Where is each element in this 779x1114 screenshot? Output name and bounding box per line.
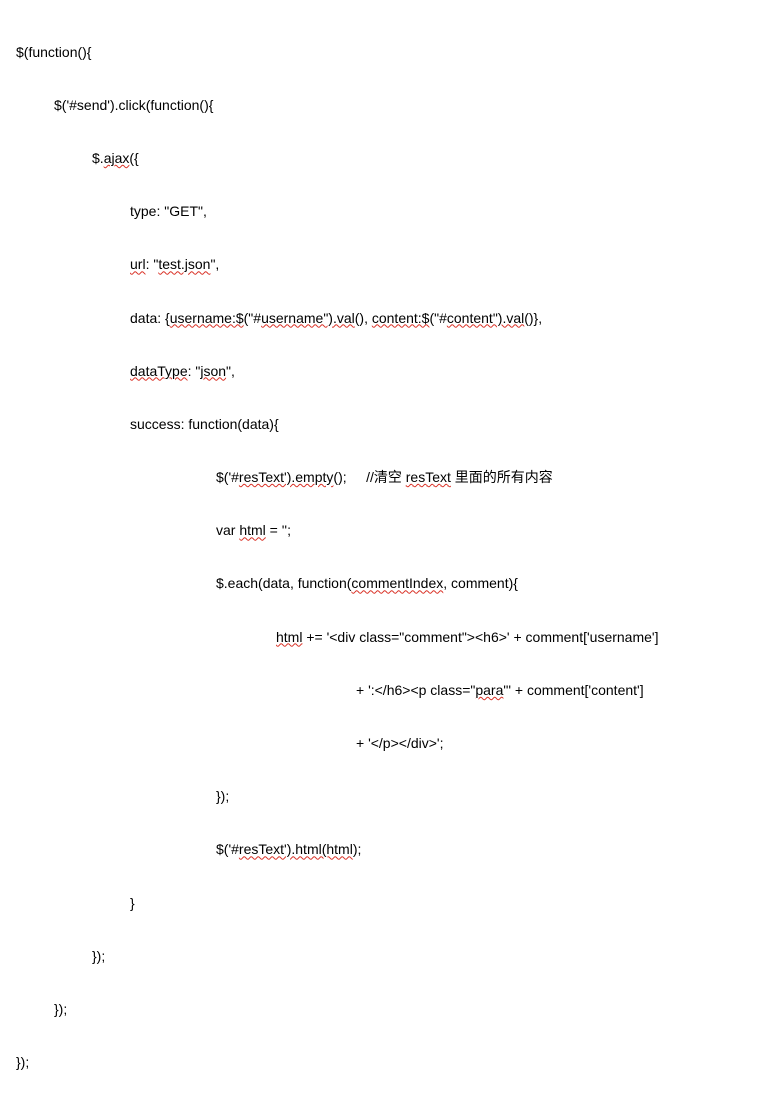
code-text: para — [475, 682, 503, 698]
code-text: dataType — [130, 363, 188, 379]
code-text: url — [130, 256, 146, 272]
code-line: html += '<div class="comment"><h6>' + co… — [16, 624, 763, 651]
code-line: url: "test.json", — [16, 251, 763, 278]
code-line: $('#resText').empty(); //清空 resText 里面的所… — [16, 464, 763, 491]
code-text: } — [130, 895, 135, 911]
code-text: ", — [210, 256, 219, 272]
code-line: }); — [16, 1049, 763, 1076]
code-text: (), — [355, 310, 372, 326]
code-line: $.ajax({ — [16, 145, 763, 172]
code-line: }); — [16, 943, 763, 970]
code-text: ()}, — [524, 310, 542, 326]
code-text: ); — [353, 841, 362, 857]
code-text: type: "GET", — [130, 203, 207, 219]
code-comment: //清空 — [366, 469, 406, 485]
code-line: $(function(){ — [16, 39, 763, 66]
code-text: content:$ — [372, 310, 430, 326]
code-text: data: { — [130, 310, 170, 326]
code-text: }); — [92, 948, 105, 964]
code-line: dataType: "json", — [16, 358, 763, 385]
code-text: ", — [226, 363, 235, 379]
code-line: $.each(data, function(commentIndex, comm… — [16, 570, 763, 597]
code-text: html — [276, 629, 302, 645]
code-text: ({ — [129, 150, 138, 166]
code-text: $(function(){ — [16, 44, 91, 60]
code-line: + '</p></div>'; — [16, 730, 763, 757]
code-text: resText').empty — [239, 469, 333, 485]
code-line: $('#send').click(function(){ — [16, 92, 763, 119]
code-text: username").val — [261, 310, 355, 326]
code-text: username:$ — [170, 310, 244, 326]
code-text: content").val — [447, 310, 524, 326]
code-text: + '</p></div>'; — [356, 735, 443, 751]
code-text: $('# — [216, 469, 239, 485]
code-text — [347, 469, 366, 485]
code-text: success: function(data){ — [130, 416, 279, 432]
code-text: + ':</h6><p class=" — [356, 682, 475, 698]
code-line: }); — [16, 996, 763, 1023]
code-line: type: "GET", — [16, 198, 763, 225]
code-text: : " — [188, 363, 201, 379]
code-line: } — [16, 890, 763, 917]
code-text: $('# — [216, 841, 239, 857]
code-text: $. — [92, 150, 104, 166]
code-text: (); — [333, 469, 346, 485]
code-text: resText').html(html — [239, 841, 353, 857]
code-text: resText — [406, 469, 451, 485]
code-text: ("# — [429, 310, 446, 326]
code-text: "' + comment['content'] — [503, 682, 643, 698]
code-comment: 里面的所有内容 — [451, 469, 553, 485]
code-block: $(function(){ $('#send').click(function(… — [16, 12, 763, 1102]
code-line: + ':</h6><p class="para"' + comment['con… — [16, 677, 763, 704]
code-text: test.json — [158, 256, 210, 272]
code-line: var html = ''; — [16, 517, 763, 544]
code-line: }); — [16, 783, 763, 810]
code-text: ("# — [244, 310, 261, 326]
code-text: }); — [16, 1054, 29, 1070]
code-text: html — [239, 522, 265, 538]
code-text: , comment){ — [443, 575, 518, 591]
code-text: }); — [54, 1001, 67, 1017]
code-text: += '<div class="comment"><h6>' + comment… — [302, 629, 658, 645]
code-text: = ''; — [266, 522, 291, 538]
code-line: success: function(data){ — [16, 411, 763, 438]
code-text: : " — [146, 256, 159, 272]
code-text: $.each(data, function( — [216, 575, 351, 591]
code-text: json — [200, 363, 226, 379]
code-text: ajax — [104, 150, 130, 166]
code-line: data: {username:$("#username").val(), co… — [16, 305, 763, 332]
code-text: }); — [216, 788, 229, 804]
code-text: var — [216, 522, 239, 538]
code-text: commentIndex — [351, 575, 443, 591]
code-text: $('#send').click(function(){ — [54, 97, 213, 113]
code-line: $('#resText').html(html); — [16, 836, 763, 863]
